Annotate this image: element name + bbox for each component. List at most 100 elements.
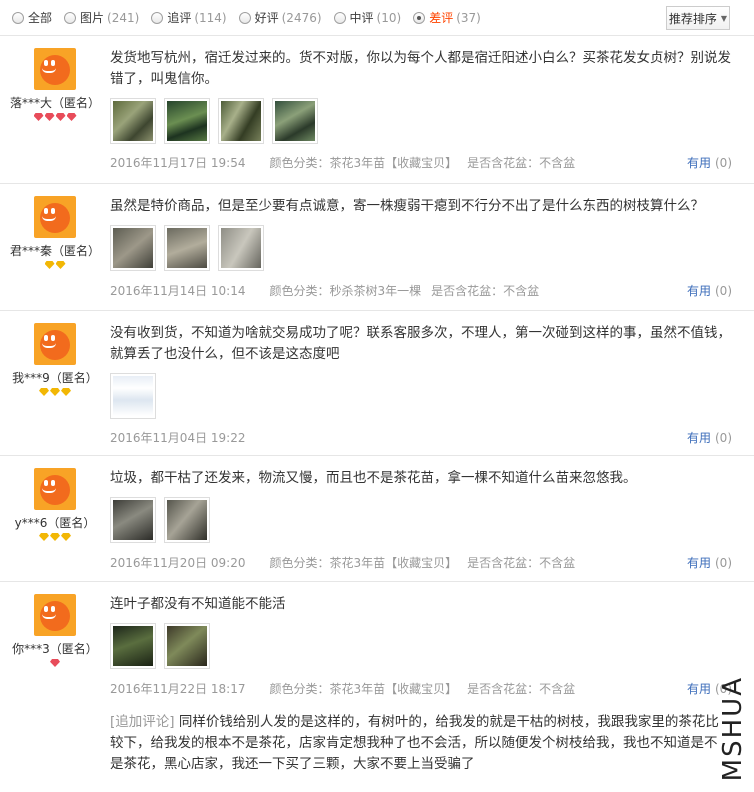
review-date: 2016年11月20日 09:20 <box>110 556 246 570</box>
useful-label: 有用 <box>686 431 711 445</box>
reviewer-info: y***6（匿名） <box>0 468 110 541</box>
review-meta-row: 2016年11月04日 19:22 有用 (0) <box>110 429 740 449</box>
review-content: 垃圾，都干枯了还发来，物流又慢，而且也不是茶花苗，拿一棵不知道什么苗来忽悠我。 <box>110 468 740 543</box>
useful-button[interactable]: 有用 (0) <box>687 282 732 299</box>
review-photo[interactable] <box>110 225 156 271</box>
review-photo[interactable] <box>164 497 210 543</box>
review-photo[interactable] <box>110 623 156 669</box>
review-content: 发货地写杭州，宿迁发过来的。货不对版，你以为每个人都是宿迁阳述小白么？买茶花发女… <box>110 48 740 144</box>
reputation-badge-icon <box>0 388 110 396</box>
review-sku: 颜色分类：茶花3年苗【收藏宝贝】 <box>269 682 458 696</box>
useful-button[interactable]: 有用 (0) <box>687 154 732 171</box>
filter-count: (114) <box>194 10 227 25</box>
useful-button[interactable]: 有用 (0) <box>687 429 732 446</box>
review-photo[interactable] <box>218 98 264 144</box>
useful-label: 有用 <box>686 284 711 298</box>
reviewer-info: 落***大（匿名） <box>0 48 110 121</box>
radio-icon[interactable] <box>64 11 77 24</box>
review-photo[interactable] <box>164 623 210 669</box>
reputation-badge-icon <box>0 659 110 667</box>
review-pot: 是否含花盆：不含盆 <box>431 284 540 298</box>
filter-photos[interactable]: 图片 (241) <box>64 9 139 26</box>
review-photo[interactable] <box>164 225 210 271</box>
filter-label: 差评 <box>429 11 454 25</box>
filter-neutral[interactable]: 中评 (10) <box>333 9 402 26</box>
review-photo[interactable] <box>218 225 264 271</box>
review-photo[interactable] <box>110 497 156 543</box>
review-pot: 是否含花盆：不含盆 <box>467 682 576 696</box>
review-content: 虽然是特价商品，但是至少要有点诚意，寄一株瘦弱干瘪到不行分不出了是什么东西的树枝… <box>110 196 740 271</box>
reviewer-name: 落***大（匿名） <box>9 96 100 110</box>
review-item: 你***3（匿名） 连叶子都没有不知道能不能活 2016年11月22日 18:1… <box>0 582 754 792</box>
review-photo[interactable] <box>110 373 156 419</box>
avatar <box>34 323 76 365</box>
review-pot: 是否含花盆：不含盆 <box>467 156 576 170</box>
review-content: 连叶子都没有不知道能不能活 <box>110 594 740 669</box>
review-filter-bar: 全部 图片 (241) 追评 (114) 好评 (2476) 中评 (10) 差… <box>0 0 754 36</box>
reputation-badge-icon <box>0 113 110 121</box>
filter-count: (37) <box>456 10 481 25</box>
review-item: 我***9（匿名） 没有收到货，不知道为啥就交易成功了呢？联系客服多次，不理人，… <box>0 311 754 456</box>
radio-icon[interactable] <box>12 11 24 24</box>
append-text: 同样价钱给别人发的是这样的，有树叶的，给我发的就是干枯的树枝，我跟我家里的茶花比… <box>110 714 719 772</box>
filter-followup[interactable]: 追评 (114) <box>151 9 227 26</box>
append-tag: [追加评论] <box>110 714 175 730</box>
review-photos <box>110 373 740 419</box>
review-photo[interactable] <box>272 98 318 144</box>
filter-all[interactable]: 全部 <box>12 9 52 26</box>
review-text: 没有收到货，不知道为啥就交易成功了呢？联系客服多次，不理人，第一次碰到这样的事，… <box>110 325 731 362</box>
reviewer-name: 你***3（匿名） <box>12 642 98 656</box>
useful-label: 有用 <box>686 682 711 696</box>
filter-positive[interactable]: 好评 (2476) <box>238 9 322 26</box>
review-meta: 2016年11月17日 19:54 颜色分类：茶花3年苗【收藏宝贝】 是否含花盆：不… <box>110 154 599 171</box>
radio-icon[interactable] <box>151 11 164 24</box>
avatar <box>34 196 76 238</box>
review-meta: 2016年11月20日 09:20 颜色分类：茶花3年苗【收藏宝贝】 是否含花盆：不… <box>110 554 599 571</box>
reviewer-info: 我***9（匿名） <box>0 323 110 396</box>
review-meta-row: 2016年11月20日 09:20 颜色分类：茶花3年苗【收藏宝贝】 是否含花盆：不… <box>110 554 740 574</box>
review-photo[interactable] <box>164 98 210 144</box>
filter-label: 追评 <box>167 11 192 25</box>
review-meta-row: 2016年11月17日 19:54 颜色分类：茶花3年苗【收藏宝贝】 是否含花盆：不… <box>110 154 740 174</box>
review-meta: 2016年11月14日 10:14 颜色分类：秒杀茶树3年一棵 是否含花盆：不含盆 <box>110 282 563 299</box>
review-photos <box>110 497 740 543</box>
review-sku: 颜色分类：茶花3年苗【收藏宝贝】 <box>269 556 458 570</box>
review-content: 没有收到货，不知道为啥就交易成功了呢？联系客服多次，不理人，第一次碰到这样的事，… <box>110 323 740 419</box>
reviewer-info: 你***3（匿名） <box>0 594 110 667</box>
review-text: 连叶子都没有不知道能不能活 <box>110 596 286 612</box>
review-item: 君***秦（匿名） 虽然是特价商品，但是至少要有点诚意，寄一株瘦弱干瘪到不行分不… <box>0 184 754 311</box>
useful-count: (0) <box>715 431 732 445</box>
review-date: 2016年11月22日 18:17 <box>110 682 246 696</box>
radio-checked-icon[interactable] <box>413 11 426 24</box>
appended-review: [追加评论] 同样价钱给别人发的是这样的，有树叶的，给我发的就是干枯的树枝，我跟… <box>110 712 720 775</box>
review-text: 虽然是特价商品，但是至少要有点诚意，寄一株瘦弱干瘪到不行分不出了是什么东西的树枝… <box>110 198 704 214</box>
useful-label: 有用 <box>686 156 711 170</box>
sort-dropdown[interactable]: 推荐排序 ▼ <box>666 6 730 30</box>
filter-label: 好评 <box>254 11 279 25</box>
useful-count: (0) <box>715 556 732 570</box>
reputation-badge-icon <box>0 261 110 269</box>
chevron-down-icon: ▼ <box>720 13 728 23</box>
filter-label: 中评 <box>349 11 374 25</box>
useful-button[interactable]: 有用 (0) <box>687 554 732 571</box>
watermark: MSHUA <box>718 675 748 781</box>
radio-icon[interactable] <box>333 11 346 24</box>
filter-negative[interactable]: 差评 (37) <box>413 9 481 26</box>
review-photos <box>110 225 740 271</box>
filter-count: (2476) <box>281 10 322 25</box>
review-date: 2016年11月17日 19:54 <box>110 156 246 170</box>
review-item: y***6（匿名） 垃圾，都干枯了还发来，物流又慢，而且也不是茶花苗，拿一棵不知… <box>0 456 754 582</box>
reviewer-name: 君***秦（匿名） <box>9 244 100 258</box>
review-text: 垃圾，都干枯了还发来，物流又慢，而且也不是茶花苗，拿一棵不知道什么苗来忽悠我。 <box>110 470 637 486</box>
review-pot: 是否含花盆：不含盆 <box>467 556 576 570</box>
review-photos <box>110 623 740 669</box>
reviewer-info: 君***秦（匿名） <box>0 196 110 269</box>
filter-label: 全部 <box>28 11 53 25</box>
radio-icon[interactable] <box>238 11 251 24</box>
review-photos <box>110 98 740 144</box>
sort-label: 推荐排序 <box>668 11 717 26</box>
filter-count: (10) <box>376 10 402 25</box>
reviewer-name: y***6（匿名） <box>14 516 96 530</box>
review-photo[interactable] <box>110 98 156 144</box>
useful-count: (0) <box>715 156 732 170</box>
